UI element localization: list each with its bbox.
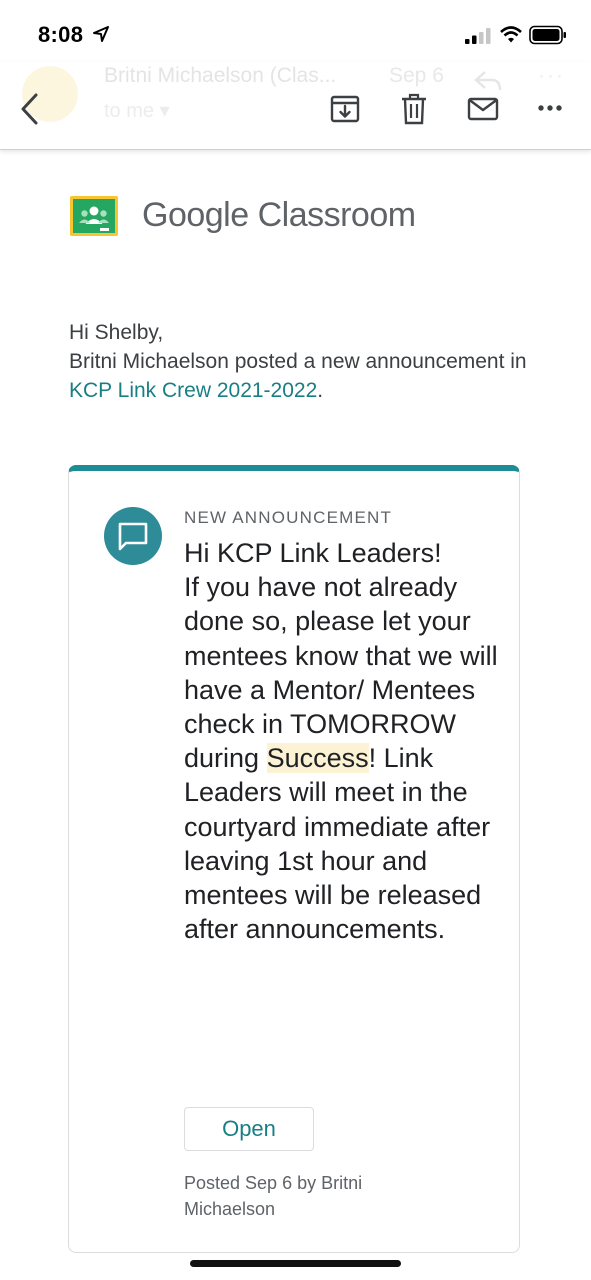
- archive-icon[interactable]: [330, 95, 360, 123]
- announcement-label: NEW ANNOUNCEMENT: [184, 508, 393, 527]
- announcement-body: Hi KCP Link Leaders! If you have not alr…: [184, 536, 504, 946]
- announcement-text-part2: ! Link Leaders will meet in the courtyar…: [184, 743, 491, 945]
- more-icon[interactable]: [537, 104, 563, 112]
- announcement-text-part1: Hi KCP Link Leaders! If you have not alr…: [184, 538, 498, 774]
- class-link[interactable]: KCP Link Crew 2021-2022: [69, 379, 317, 402]
- battery-icon: [529, 25, 566, 45]
- posted-info: Posted Sep 6 by Britni Michaelson: [184, 1173, 363, 1219]
- chat-bubble-icon: [118, 522, 148, 551]
- announcement-icon: [104, 507, 162, 565]
- email-toolbar: [0, 62, 591, 150]
- trash-icon[interactable]: [401, 93, 427, 125]
- highlighted-word: Success: [266, 743, 369, 774]
- mail-icon[interactable]: [467, 97, 499, 121]
- home-indicator[interactable]: [190, 1260, 401, 1267]
- status-bar: 8:08: [0, 0, 591, 62]
- google-classroom-logo-icon: [70, 196, 118, 236]
- open-button[interactable]: Open: [184, 1107, 314, 1151]
- intro-suffix: .: [317, 379, 324, 402]
- status-time: 8:08: [38, 22, 84, 47]
- email-greeting: Hi Shelby,: [69, 321, 164, 344]
- cellular-signal-icon: [465, 28, 491, 44]
- back-chevron-icon[interactable]: [18, 92, 42, 126]
- wifi-icon: [500, 26, 522, 43]
- intro-text: Britni Michaelson posted a new announcem…: [69, 350, 527, 373]
- brand-name: Google Classroom: [142, 196, 416, 234]
- location-arrow-icon: [93, 26, 109, 42]
- email-intro: Britni Michaelson posted a new announcem…: [69, 347, 529, 405]
